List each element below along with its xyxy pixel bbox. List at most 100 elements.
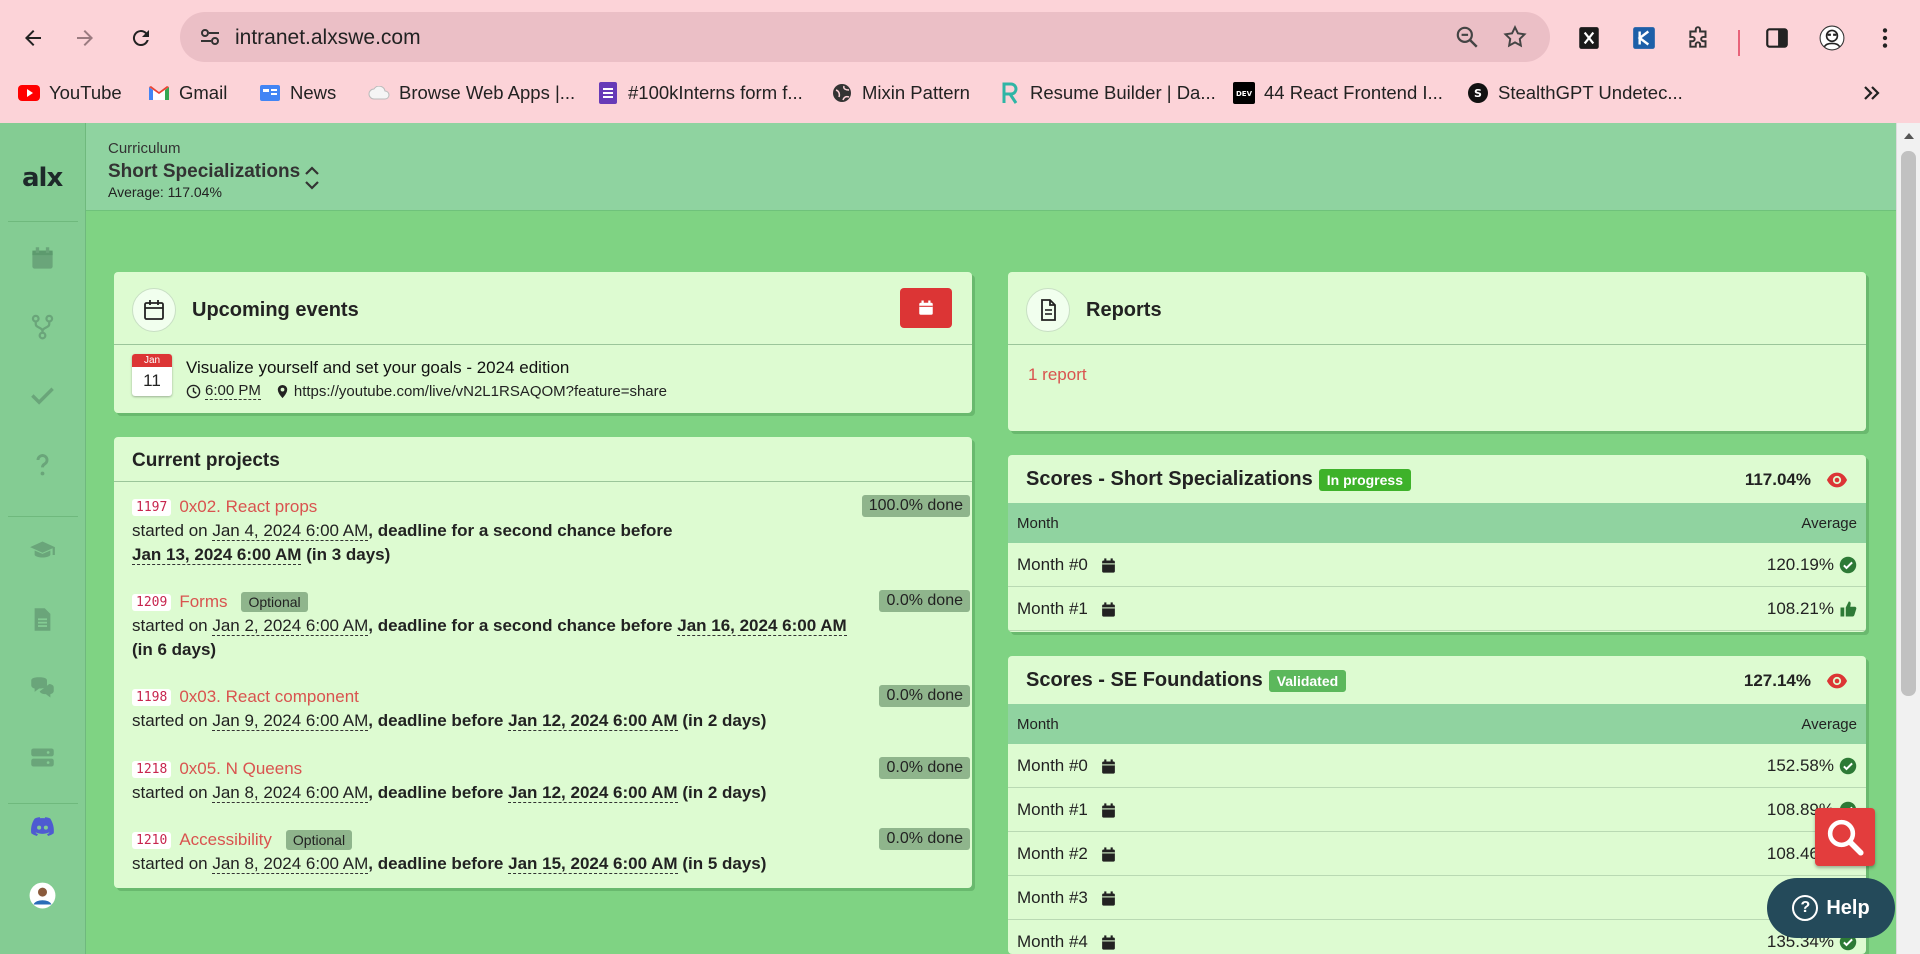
bookmark-gmail[interactable]: Gmail (148, 80, 227, 106)
search-icon (1827, 819, 1864, 856)
event-meta: 6:00 PM https://youtube.com/live/vN2L1RS… (186, 382, 667, 400)
calendar-icon[interactable] (1100, 846, 1117, 863)
project-id: 1197 (132, 498, 172, 516)
table-row: Month #1 108.89% (1008, 788, 1866, 832)
table-row: Month #0 120.19% (1008, 543, 1866, 587)
open-calendar-button[interactable] (900, 288, 952, 328)
check-icon (30, 387, 54, 405)
project-link[interactable]: Accessibility (179, 830, 272, 850)
curriculum-average: Average: 117.04% (108, 184, 222, 200)
project-item: 1198 0x03. React component 0.0% done sta… (132, 685, 970, 733)
chevron-up-down-icon[interactable] (301, 163, 323, 193)
project-dates: started on Jan 8, 2024 6:00 AM, deadline… (132, 854, 767, 874)
browser-chrome: intranet.alxswe.com YouTube Gmail News B… (0, 0, 1920, 123)
eye-icon[interactable] (1826, 671, 1848, 691)
bookmark-mixin-pattern[interactable]: Mixin Pattern (831, 80, 970, 106)
project-link[interactable]: 0x02. React props (179, 497, 317, 517)
extension-1-button[interactable] (1572, 21, 1606, 55)
sidebar-item-discord[interactable] (27, 811, 57, 841)
project-dates: started on Jan 4, 2024 6:00 AM, deadline… (132, 521, 673, 565)
bookmark-100kinterns-form[interactable]: #100kInterns form f... (597, 80, 803, 106)
alx-logo[interactable]: alx (22, 163, 63, 193)
project-id: 1198 (132, 688, 172, 706)
curriculum-name[interactable]: Short Specializations (108, 161, 300, 183)
zoom-icon[interactable] (1454, 24, 1480, 50)
project-id: 1210 (132, 831, 172, 849)
sidebar-item-servers[interactable] (27, 742, 57, 772)
page-scrollbar[interactable] (1896, 123, 1920, 954)
sidebar-divider (8, 803, 78, 804)
project-link[interactable]: 0x03. React component (179, 687, 359, 707)
scores-header: Scores - SE Foundations Validated 127.14… (1008, 656, 1866, 704)
globe-icon (831, 82, 853, 104)
calendar-icon[interactable] (1100, 934, 1117, 951)
sidebar-item-profile[interactable] (27, 880, 57, 910)
bookmark-browse-web-apps[interactable]: Browse Web Apps |... (368, 80, 575, 106)
sidebar-item-planning[interactable] (27, 243, 57, 273)
event-title[interactable]: Visualize yourself and set your goals - … (186, 358, 569, 378)
back-button[interactable] (16, 21, 50, 55)
check-circle-icon (1839, 556, 1857, 574)
menu-button[interactable] (1868, 21, 1902, 55)
project-id: 1218 (132, 760, 172, 778)
current-projects-panel: Current projects 1197 0x02. React props … (114, 437, 972, 888)
site-settings-icon[interactable] (198, 25, 222, 49)
avatar (29, 882, 55, 908)
url-text[interactable]: intranet.alxswe.com (235, 26, 421, 50)
question-icon (36, 453, 48, 475)
map-marker-icon (277, 384, 288, 398)
project-dates: started on Jan 9, 2024 6:00 AM, deadline… (132, 711, 767, 731)
google-news-icon (259, 82, 281, 104)
extension-2-button[interactable] (1627, 21, 1661, 55)
sidebar-item-projects[interactable] (27, 311, 57, 341)
sidebar-item-help[interactable] (27, 449, 57, 479)
eye-icon[interactable] (1826, 470, 1848, 490)
calendar-outline-icon (132, 288, 176, 332)
bookmark-react-frontend[interactable]: DEV 44 React Frontend I... (1233, 80, 1443, 106)
side-panel-button[interactable] (1760, 21, 1794, 55)
sidebar-item-evaluations[interactable] (27, 380, 57, 410)
extension-x-icon (1579, 27, 1599, 49)
reports-title: Reports (1086, 299, 1162, 321)
bookmark-stealthgpt[interactable]: S StealthGPT Undetec... (1467, 80, 1683, 106)
calendar-icon[interactable] (1100, 802, 1117, 819)
scores-short-specializations-panel: Scores - Short Specializations In progre… (1008, 455, 1866, 632)
scroll-up-arrow-icon[interactable] (1904, 133, 1914, 139)
address-bar[interactable]: intranet.alxswe.com (180, 12, 1550, 62)
help-button[interactable]: ? Help (1767, 878, 1895, 938)
bookmark-news[interactable]: News (259, 80, 336, 106)
project-link[interactable]: Forms (179, 592, 227, 612)
bookmark-youtube[interactable]: YouTube (18, 80, 122, 106)
scrollbar-thumb[interactable] (1901, 151, 1916, 696)
forward-button[interactable] (68, 21, 102, 55)
reports-link[interactable]: 1 report (1028, 365, 1087, 385)
sidebar-item-discussions[interactable] (27, 673, 57, 703)
progress-badge: 0.0% done (879, 828, 970, 850)
arrow-left-icon (25, 30, 41, 46)
status-badge: Validated (1268, 669, 1347, 692)
calendar-icon[interactable] (1100, 758, 1117, 775)
search-button[interactable] (1815, 808, 1875, 866)
app-sidebar: alx (0, 123, 86, 954)
progress-badge: 0.0% done (879, 757, 970, 779)
upcoming-events-panel: Upcoming events Jan 11 Visualize yoursel… (114, 272, 972, 413)
sidebar-item-concepts[interactable] (27, 604, 57, 634)
profile-button[interactable] (1815, 21, 1849, 55)
svg-text:S: S (1474, 87, 1482, 100)
bookmark-star-icon[interactable] (1502, 24, 1528, 50)
sidebar-item-curriculum[interactable] (27, 535, 57, 565)
calendar-icon[interactable] (1100, 890, 1117, 907)
calendar-icon[interactable] (1100, 601, 1117, 618)
progress-badge: 0.0% done (879, 590, 970, 612)
extensions-button[interactable] (1682, 21, 1716, 55)
calendar-icon[interactable] (1100, 557, 1117, 574)
calendar-icon (31, 246, 53, 269)
event-location[interactable]: https://youtube.com/live/vN2L1RSAQOM?fea… (294, 383, 667, 400)
reload-button[interactable] (124, 21, 158, 55)
resume-builder-icon (999, 82, 1021, 104)
cloud-icon (368, 82, 390, 104)
event-item[interactable]: Jan 11 Visualize yourself and set your g… (132, 354, 972, 404)
bookmark-resume-builder[interactable]: Resume Builder | Da... (999, 80, 1216, 106)
project-link[interactable]: 0x05. N Queens (179, 759, 302, 779)
chevron-double-right-icon[interactable] (1860, 80, 1884, 106)
